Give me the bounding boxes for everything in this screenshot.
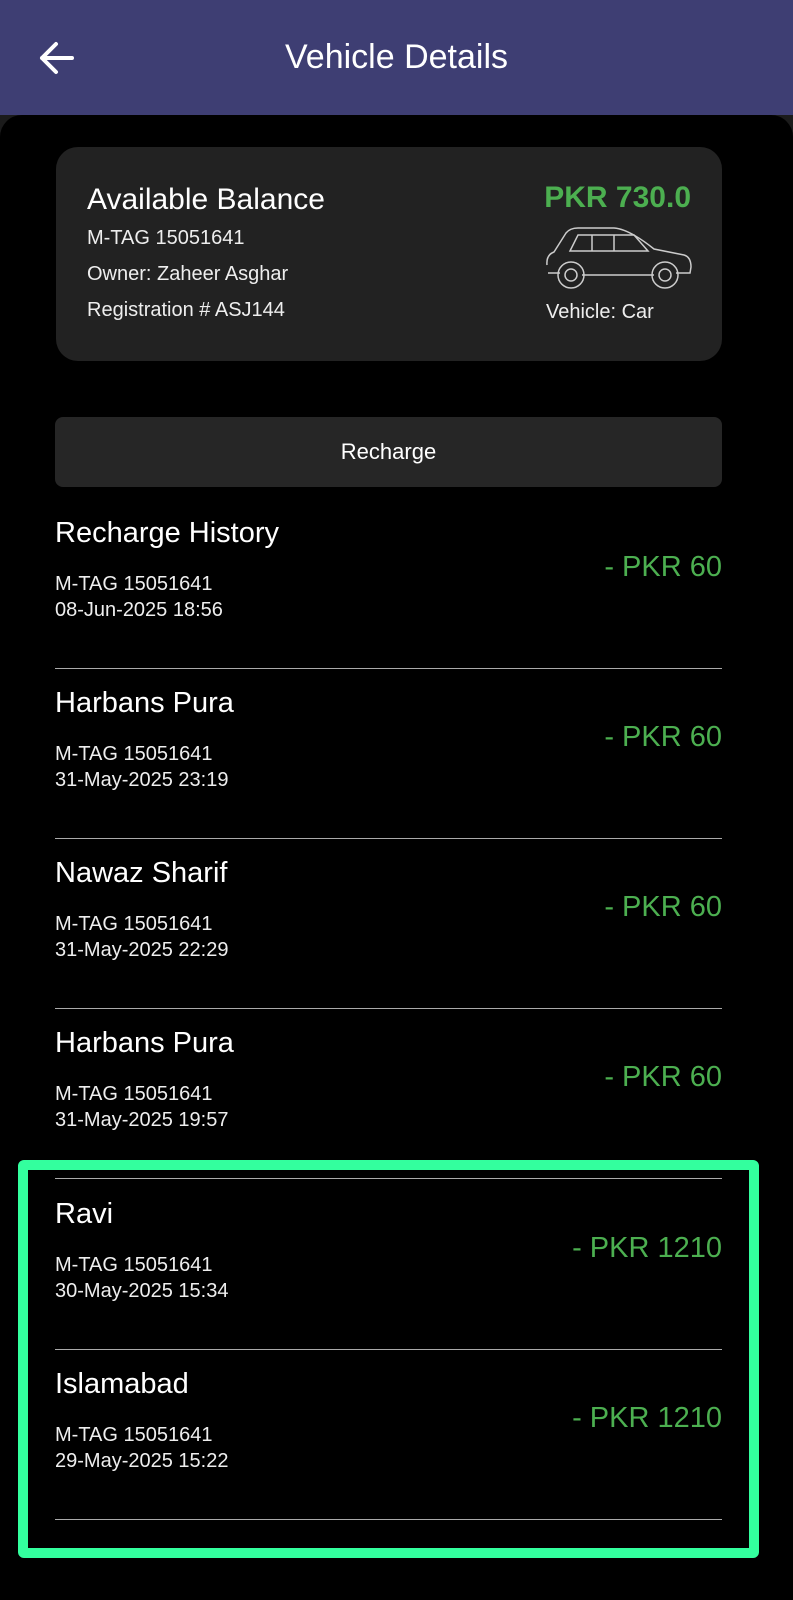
- list-item[interactable]: Harbans Pura M-TAG 15051641 31-May-2025 …: [55, 1009, 722, 1179]
- transaction-amount: - PKR 60: [604, 721, 722, 753]
- list-item[interactable]: Nawaz Sharif M-TAG 15051641 31-May-2025 …: [55, 839, 722, 1009]
- mtag-number: M-TAG 15051641: [87, 227, 245, 249]
- transaction-amount: - PKR 1210: [572, 1402, 722, 1434]
- transaction-title: Ravi: [55, 1198, 114, 1230]
- transaction-tag: M-TAG 15051641: [55, 743, 213, 765]
- list-item[interactable]: Recharge History M-TAG 15051641 08-Jun-2…: [55, 499, 722, 669]
- transaction-datetime: 30-May-2025 15:34: [55, 1280, 229, 1302]
- list-item[interactable]: Ravi M-TAG 15051641 30-May-2025 15:34 - …: [55, 1180, 722, 1350]
- vehicle-type: Vehicle: Car: [546, 301, 654, 323]
- transaction-datetime: 31-May-2025 23:19: [55, 769, 229, 791]
- transaction-title: Islamabad: [55, 1368, 189, 1400]
- transaction-amount: - PKR 60: [604, 551, 722, 583]
- transaction-tag: M-TAG 15051641: [55, 1083, 213, 1105]
- transaction-datetime: 08-Jun-2025 18:56: [55, 599, 223, 621]
- transaction-datetime: 29-May-2025 15:22: [55, 1450, 229, 1472]
- transaction-tag: M-TAG 15051641: [55, 1424, 213, 1446]
- transaction-title: Recharge History: [55, 517, 280, 549]
- transaction-tag: M-TAG 15051641: [55, 913, 213, 935]
- app-header: Vehicle Details: [0, 0, 793, 115]
- transaction-title: Nawaz Sharif: [55, 857, 228, 889]
- balance-label: Available Balance: [87, 183, 325, 216]
- recharge-button[interactable]: Recharge: [55, 417, 722, 487]
- car-icon: [546, 227, 692, 289]
- transaction-tag: M-TAG 15051641: [55, 573, 213, 595]
- transaction-title: Harbans Pura: [55, 1027, 234, 1059]
- transaction-amount: - PKR 1210: [572, 1232, 722, 1264]
- balance-amount: PKR 730.0: [544, 181, 691, 214]
- transaction-amount: - PKR 60: [604, 1061, 722, 1093]
- balance-card: Available Balance M-TAG 15051641 Owner: …: [56, 147, 722, 361]
- owner-name: Owner: Zaheer Asghar: [87, 263, 289, 285]
- transaction-datetime: 31-May-2025 19:57: [55, 1109, 229, 1131]
- transaction-amount: - PKR 60: [604, 891, 722, 923]
- list-item[interactable]: Harbans Pura M-TAG 15051641 31-May-2025 …: [55, 669, 722, 839]
- transaction-title: Harbans Pura: [55, 687, 234, 719]
- transaction-tag: M-TAG 15051641: [55, 1254, 213, 1276]
- page-title: Vehicle Details: [284, 38, 508, 76]
- list-item[interactable]: Islamabad M-TAG 15051641 29-May-2025 15:…: [55, 1350, 722, 1520]
- transaction-datetime: 31-May-2025 22:29: [55, 939, 229, 961]
- registration-number: Registration # ASJ144: [87, 299, 285, 321]
